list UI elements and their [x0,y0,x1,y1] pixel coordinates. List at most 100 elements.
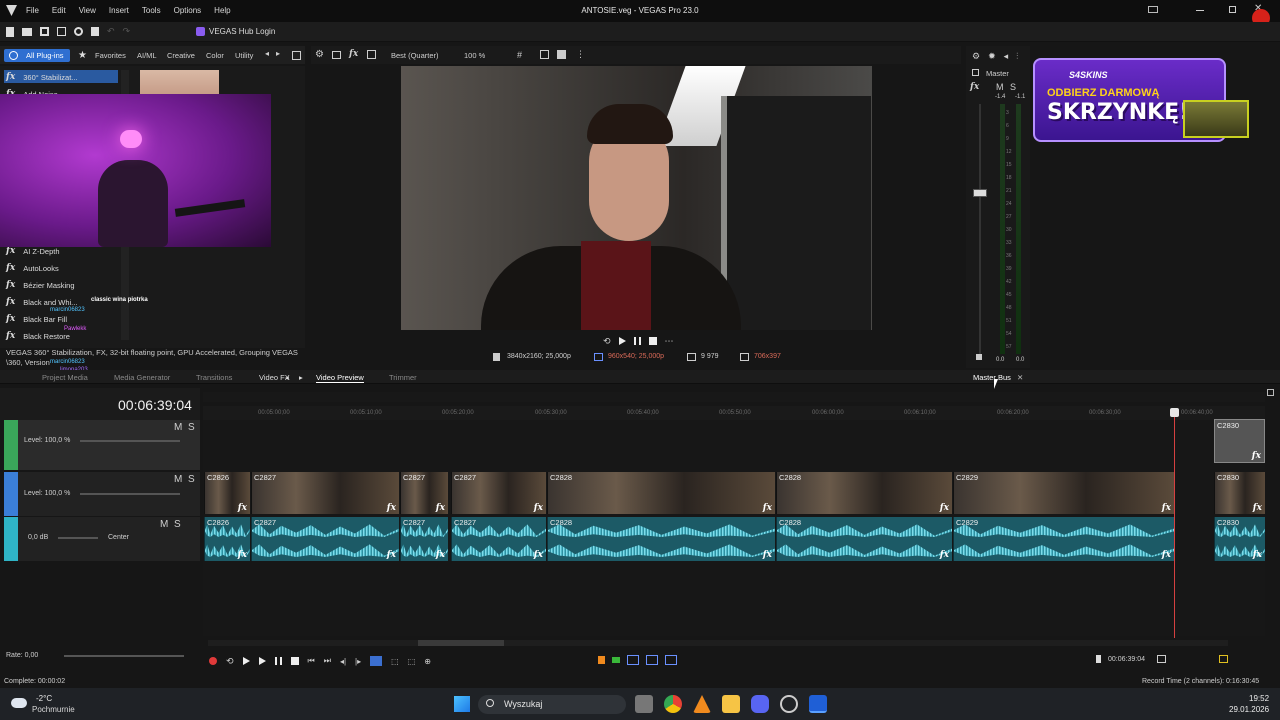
loop-region-icon[interactable] [1219,655,1228,663]
pause-icon[interactable] [274,657,282,665]
video-clip[interactable]: C2828 fx [547,472,775,514]
fx-icon[interactable]: fx [534,503,543,513]
fx-icon[interactable]: fx [238,503,247,513]
video-clip[interactable]: C2827 fx [400,472,448,514]
scrollbar-thumb[interactable] [418,640,504,646]
plugin-item[interactable]: fx 360° Stabilizat... [6,72,78,82]
playhead-marker[interactable] [1170,408,1179,417]
zoom-dropdown[interactable]: 100 % [464,51,485,60]
tab-media-generator[interactable]: Media Generator [114,373,170,382]
tab-video-preview[interactable]: Video Preview [316,373,364,383]
fx-icon[interactable]: fx [940,503,949,513]
video-clip[interactable]: C2827 fx [251,472,399,514]
audio-clip[interactable]: C2828 fx [547,517,775,561]
snap-icon[interactable] [627,655,639,665]
save-snapshot-icon[interactable] [557,50,566,59]
more-icon[interactable]: ⋮ [576,49,585,60]
tab-color[interactable]: Color [202,49,228,62]
fx-icon[interactable]: fx [387,550,396,560]
chevron-left-icon[interactable]: ◂ [265,49,269,58]
task-view-icon[interactable] [635,695,653,713]
settings-icon[interactable]: ✹ [988,51,996,62]
vegas-taskbar-icon[interactable] [809,695,827,713]
fx-icon[interactable]: fx [970,82,979,92]
loop-icon[interactable]: ⟲ [226,656,234,667]
pause-icon[interactable] [633,337,641,345]
edit-tool-icon[interactable] [370,656,383,666]
audio-clip[interactable]: C2827 fx [451,517,546,561]
fx-icon[interactable]: fx [1253,503,1262,513]
track-header-audio[interactable]: 0,0 dB Center M S [4,517,200,561]
save-icon[interactable] [40,27,49,36]
mixer-icon[interactable]: ⫶ [1016,51,1018,62]
discord-icon[interactable] [751,695,769,713]
minimize-button[interactable] [1196,10,1204,11]
tab-project-media[interactable]: Project Media [42,373,88,382]
plugin-item[interactable]: fx AutoLooks [6,263,59,273]
fx-icon[interactable]: fx [763,550,772,560]
playhead[interactable] [1174,410,1175,638]
fx-icon[interactable]: fx [763,503,772,513]
start-button[interactable] [454,696,470,712]
close-icon[interactable]: ✕ [1017,373,1023,382]
solo-button[interactable]: S [188,474,195,485]
restore-button[interactable] [1229,6,1236,13]
video-clip[interactable]: C2826 fx [204,472,250,514]
redo-icon[interactable]: ↷ [123,26,131,37]
gear-icon[interactable]: ⚙ [315,49,324,60]
stop-icon[interactable] [290,657,299,665]
settings-icon[interactable] [780,695,798,713]
tab-transitions[interactable]: Transitions [196,373,232,382]
quality-dropdown[interactable]: Best (Quarter) [391,51,439,60]
open-folder-icon[interactable] [22,27,32,36]
menu-help[interactable]: Help [214,6,230,15]
external-monitor-icon[interactable] [332,51,341,59]
tab-trimmer[interactable]: Trimmer [389,373,417,382]
top-track-clip[interactable]: C2830 fx [1214,419,1265,463]
render-icon[interactable] [57,27,66,36]
menu-insert[interactable]: Insert [109,6,129,15]
audio-clip[interactable]: C2829 fx [953,517,1174,561]
play-from-start-icon[interactable] [258,657,266,665]
stop-icon[interactable] [648,337,657,345]
overlays-icon[interactable]: # [517,50,522,60]
time-ruler[interactable]: 00:05:00;00 00:05:10;00 00:05:20;00 00:05:3… [203,406,1265,420]
fx-icon[interactable]: fx [387,503,396,513]
expand-icon[interactable] [1267,389,1274,396]
hub-login-label[interactable]: VEGAS Hub Login [209,27,275,36]
chevron-right-icon[interactable]: ▸ [299,373,303,382]
chevron-right-icon[interactable]: ▸ [276,49,280,58]
envelope-tool-icon[interactable]: ⬚ [391,657,399,666]
video-clip[interactable]: C2830 fx [1214,472,1265,514]
solo-button[interactable]: S [174,519,181,530]
fx-icon[interactable]: fx [238,550,247,560]
mute-button[interactable]: M [174,474,182,485]
mute-button[interactable]: M [160,519,168,530]
gear-icon[interactable]: ⚙ [972,51,980,62]
lock-envelopes-icon[interactable] [665,655,677,665]
fx-icon[interactable]: fx [534,550,543,560]
fx-icon[interactable]: fx [1162,550,1171,560]
tab-master-bus[interactable]: Master Bus [973,373,1011,382]
video-clip[interactable]: C2829 fx [953,472,1174,514]
level-slider[interactable] [80,440,180,442]
fx-icon[interactable]: fx [1162,503,1171,513]
audio-clip[interactable]: C2826 fx [204,517,250,561]
fx-icon[interactable]: fx [1252,451,1261,461]
fx-icon[interactable]: fx [436,503,445,513]
file-explorer-icon[interactable] [722,695,740,713]
lock-icon[interactable] [976,354,982,360]
selection-length-icon[interactable] [1157,655,1166,663]
prev-frame-icon[interactable]: ◂| [340,657,346,666]
split-screen-icon[interactable] [367,50,376,59]
solo-button[interactable]: S [188,422,195,433]
tab-ai-ml[interactable]: AI/ML [133,49,161,62]
menu-tools[interactable]: Tools [142,6,161,15]
timecode-display[interactable]: 00:06:39:04 [118,397,192,413]
region-icon[interactable] [612,657,620,663]
next-frame-icon[interactable]: |▸ [355,657,361,666]
audio-clip[interactable]: C2827 fx [400,517,448,561]
more-icon[interactable]: ⋯ [665,336,674,347]
audio-clip[interactable]: C2828 fx [776,517,952,561]
volume-slider[interactable] [58,537,98,539]
